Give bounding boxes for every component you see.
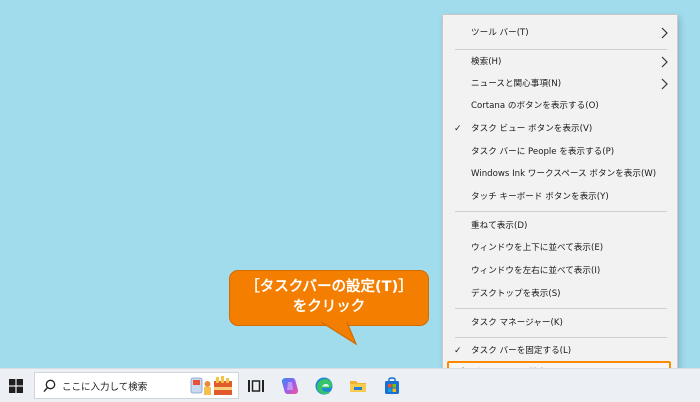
windows-start-icon[interactable] [8, 378, 24, 394]
chevron-right-icon [661, 27, 668, 39]
microsoft-store-icon[interactable] [382, 376, 402, 396]
file-explorer-icon[interactable] [348, 376, 368, 396]
menu-item-stacked[interactable]: ウィンドウを上下に並べて表示(E) [443, 237, 677, 259]
menu-item-label: Cortana のボタンを表示する(O) [471, 101, 599, 111]
menu-item-label: 重ねて表示(D) [471, 221, 528, 231]
menu-item-touch-keyboard[interactable]: タッチ キーボード ボタンを表示(Y) [443, 186, 677, 208]
search-highlight-illustration [190, 376, 232, 395]
menu-item-label: ウィンドウを上下に並べて表示(E) [471, 243, 604, 253]
menu-item-label: Windows Ink ワークスペース ボタンを表示(W) [471, 169, 657, 179]
menu-item-cortana-button[interactable]: Cortana のボタンを表示する(O) [443, 95, 677, 117]
chevron-right-icon [661, 78, 668, 90]
menu-item-toolbars[interactable]: ツール バー(T) [443, 22, 677, 44]
taskbar-context-menu: ツール バー(T) 検索(H) ニュースと関心事項(N) Cortana のボタ… [442, 14, 678, 386]
callout-line-1: ［タスクバーの設定(T)］ [245, 279, 413, 295]
copilot-icon[interactable] [280, 376, 300, 396]
menu-item-task-view-button[interactable]: ✓ タスク ビュー ボタンを表示(V) [443, 118, 677, 140]
menu-separator [455, 308, 667, 309]
menu-item-label: 検索(H) [471, 57, 502, 67]
chevron-right-icon [661, 56, 668, 68]
menu-separator [455, 337, 667, 338]
menu-item-lock-taskbar[interactable]: ✓ タスク バーを固定する(L) [443, 340, 677, 362]
menu-item-label: ウィンドウを左右に並べて表示(I) [471, 266, 601, 276]
menu-item-label: ツール バー(T) [471, 28, 529, 38]
task-view-icon[interactable] [246, 376, 266, 396]
menu-item-side-by-side[interactable]: ウィンドウを左右に並べて表示(I) [443, 260, 677, 282]
checkmark-icon: ✓ [454, 346, 462, 356]
checkmark-icon: ✓ [454, 124, 462, 134]
menu-item-label: タスク バーに People を表示する(P) [471, 147, 615, 157]
menu-separator [455, 211, 667, 212]
menu-item-label: タッチ キーボード ボタンを表示(Y) [471, 192, 609, 202]
menu-item-label: タスク ビュー ボタンを表示(V) [471, 124, 593, 134]
menu-item-label: タスク マネージャー(K) [471, 318, 563, 328]
menu-separator [455, 49, 667, 50]
menu-item-label: デスクトップを表示(S) [471, 289, 561, 299]
callout-pointer [318, 320, 358, 346]
taskbar-search-box[interactable]: ここに入力して検索 [34, 372, 239, 399]
menu-item-label: ニュースと関心事項(N) [471, 79, 562, 89]
search-placeholder: ここに入力して検索 [62, 382, 148, 393]
menu-item-news-interests[interactable]: ニュースと関心事項(N) [443, 73, 677, 95]
menu-item-windows-ink[interactable]: Windows Ink ワークスペース ボタンを表示(W) [443, 163, 677, 185]
menu-item-people[interactable]: タスク バーに People を表示する(P) [443, 141, 677, 163]
edge-icon[interactable] [314, 376, 334, 396]
menu-item-show-desktop[interactable]: デスクトップを表示(S) [443, 283, 677, 305]
instruction-callout: ［タスクバーの設定(T)］ をクリック [229, 270, 429, 326]
taskbar: ここに入力して検索 [0, 368, 700, 402]
menu-item-search[interactable]: 検索(H) [443, 51, 677, 73]
menu-item-cascade[interactable]: 重ねて表示(D) [443, 215, 677, 237]
menu-item-label: タスク バーを固定する(L) [471, 346, 572, 356]
callout-line-2: をクリック [292, 299, 366, 315]
menu-item-task-manager[interactable]: タスク マネージャー(K) [443, 312, 677, 334]
search-icon [43, 379, 56, 393]
